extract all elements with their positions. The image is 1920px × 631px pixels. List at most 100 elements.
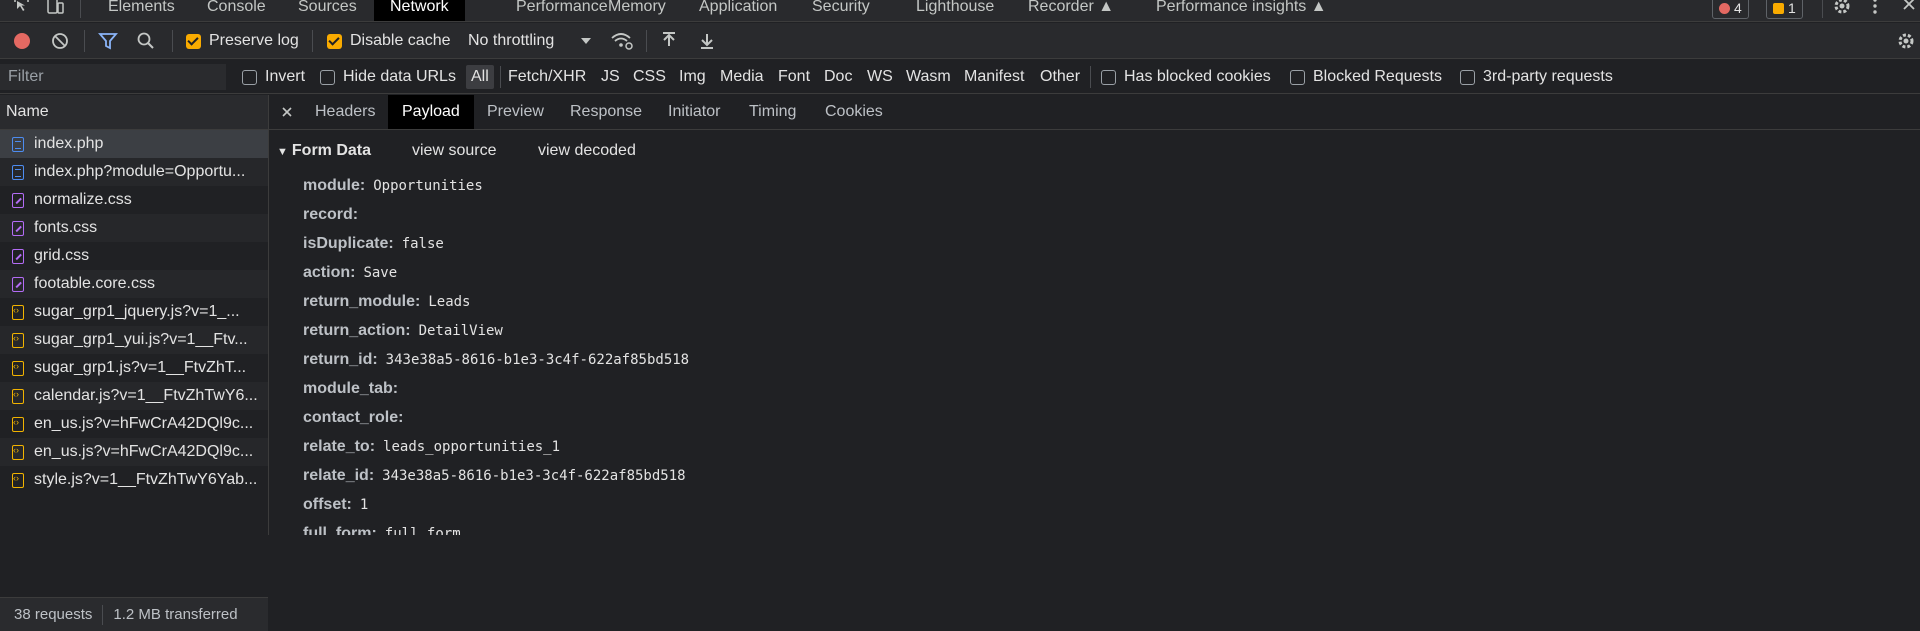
form-field-key: contact_role: [303,409,404,426]
tab-initiator[interactable]: Initiator [668,95,720,129]
invert-label: Invert [265,68,306,85]
form-field-value: leads_opportunities_1 [383,439,561,455]
type-filter-ws[interactable]: WS [867,60,893,94]
experiment-icon: ▲ [1310,0,1327,15]
type-filter-img[interactable]: Img [679,60,706,94]
tab-cookies[interactable]: Cookies [825,95,883,129]
tab-application[interactable]: Application [699,0,777,21]
request-row[interactable]: calendar.js?v=1__FtvZhTwY6... [0,382,268,410]
request-row[interactable]: en_us.js?v=hFwCrA42DQl9c... [0,410,268,438]
request-row[interactable]: sugar_grp1.js?v=1__FtvZhT... [0,354,268,382]
form-field-key: module_tab: [303,380,399,397]
tab-console[interactable]: Console [207,0,266,21]
tab-performance[interactable]: Performance [516,0,608,21]
close-detail-icon[interactable] [281,106,293,118]
form-field-key: full_form: [303,525,377,535]
payload-panel: ▼ Form Data view source view decoded modu… [269,130,1920,535]
network-summary-bar: 38 requests 1.2 MB transferred [0,597,268,631]
type-filter-other[interactable]: Other [1040,60,1080,94]
upload-icon [663,32,675,46]
form-field-value: Leads [428,294,471,310]
tab-lighthouse[interactable]: Lighthouse [916,0,994,21]
search-button[interactable] [136,23,156,59]
name-column-header[interactable]: Name [0,95,268,130]
form-data-section-toggle[interactable]: ▼ Form Data [277,142,371,160]
request-row[interactable]: grid.css [0,242,268,270]
request-row[interactable]: sugar_grp1_yui.js?v=1__Ftv... [0,326,268,354]
request-name: normalize.css [34,191,132,208]
request-row[interactable]: index.php [0,130,268,158]
network-settings-button[interactable] [1896,23,1916,59]
request-name: index.php?module=Opportu... [34,163,246,180]
tab-security[interactable]: Security [812,0,870,21]
request-row[interactable]: sugar_grp1_jquery.js?v=1_... [0,298,268,326]
network-conditions-button[interactable] [610,23,634,59]
tab-network[interactable]: Network [374,0,465,21]
requests-panel: Name index.php index.php?module=Opportu..… [0,95,269,631]
third-party-requests-checkbox[interactable]: 3rd-party requests [1460,60,1613,94]
tab-elements[interactable]: Elements [108,0,175,21]
blocked-requests-checkbox[interactable]: Blocked Requests [1290,60,1442,94]
hide-data-urls-checkbox[interactable]: Hide data URLs [320,60,456,94]
tab-preview[interactable]: Preview [487,95,544,129]
form-field-row: return_module: Leads [303,290,471,314]
tab-sources[interactable]: Sources [298,0,357,21]
device-toolbar-icon[interactable] [46,0,64,18]
error-count-badge[interactable]: 4 [1712,0,1749,19]
close-devtools-icon[interactable] [1900,0,1918,18]
stylesheet-file-icon [12,192,24,208]
filter-funnel-icon [98,33,118,50]
type-filter-doc[interactable]: Doc [824,60,852,94]
request-row[interactable]: style.js?v=1__FtvZhTwY6Yab... [0,466,268,494]
tab-payload[interactable]: Payload [388,95,474,129]
form-field-row: full_form: full_form [303,522,461,535]
more-options-icon[interactable] [1870,0,1880,18]
type-filter-all[interactable]: All [466,65,494,89]
tab-response[interactable]: Response [570,95,642,129]
invert-checkbox[interactable]: Invert [242,60,305,94]
view-source-link[interactable]: view source [412,142,496,160]
error-count: 4 [1734,0,1742,16]
import-har-button[interactable] [660,23,678,59]
record-button[interactable] [12,23,32,59]
type-filter-fetch-xhr[interactable]: Fetch/XHR [508,60,586,94]
throttling-select[interactable]: No throttling [468,23,592,59]
form-field-key: return_module: [303,293,421,310]
form-data-title: Form Data [291,142,372,159]
tab-memory[interactable]: Memory [608,0,666,21]
request-row[interactable]: en_us.js?v=hFwCrA42DQl9c... [0,438,268,466]
form-field-row: return_action: DetailView [303,319,503,343]
requests-list: index.php index.php?module=Opportu... norm… [0,130,268,494]
form-field-key: return_action: [303,322,411,339]
type-filter-js[interactable]: JS [601,60,620,94]
type-filter-wasm[interactable]: Wasm [906,60,951,94]
experiment-icon: ▲ [1098,0,1115,15]
type-filter-manifest[interactable]: Manifest [964,60,1024,94]
tab-headers[interactable]: Headers [315,95,375,129]
tab-performance-insights[interactable]: Performance insights ▲ [1156,0,1327,21]
type-filter-css[interactable]: CSS [633,60,666,94]
request-row[interactable]: footable.core.css [0,270,268,298]
request-row[interactable]: normalize.css [0,186,268,214]
settings-gear-icon[interactable] [1832,0,1852,18]
tab-timing[interactable]: Timing [749,95,796,129]
view-decoded-link[interactable]: view decoded [538,142,636,160]
preserve-log-checkbox[interactable]: Preserve log [186,23,299,59]
request-name: fonts.css [34,219,98,236]
inspect-element-icon[interactable] [12,0,34,18]
disable-cache-checkbox[interactable]: Disable cache [327,23,451,59]
request-row[interactable]: index.php?module=Opportu... [0,158,268,186]
type-filter-media[interactable]: Media [720,60,764,94]
request-name: en_us.js?v=hFwCrA42DQl9c... [34,443,254,460]
request-row[interactable]: fonts.css [0,214,268,242]
warning-count-badge[interactable]: 1 [1766,0,1803,19]
export-har-button[interactable] [698,23,716,59]
form-field-value: 343e38a5-8616-b1e3-3c4f-622af85bd518 [382,468,686,484]
filter-input[interactable] [0,64,226,90]
form-field-key: module: [303,177,366,194]
filter-toggle-button[interactable] [98,23,118,59]
clear-button[interactable] [50,23,70,59]
type-filter-font[interactable]: Font [778,60,810,94]
has-blocked-cookies-checkbox[interactable]: Has blocked cookies [1101,60,1271,94]
tab-recorder[interactable]: Recorder ▲ [1028,0,1115,21]
